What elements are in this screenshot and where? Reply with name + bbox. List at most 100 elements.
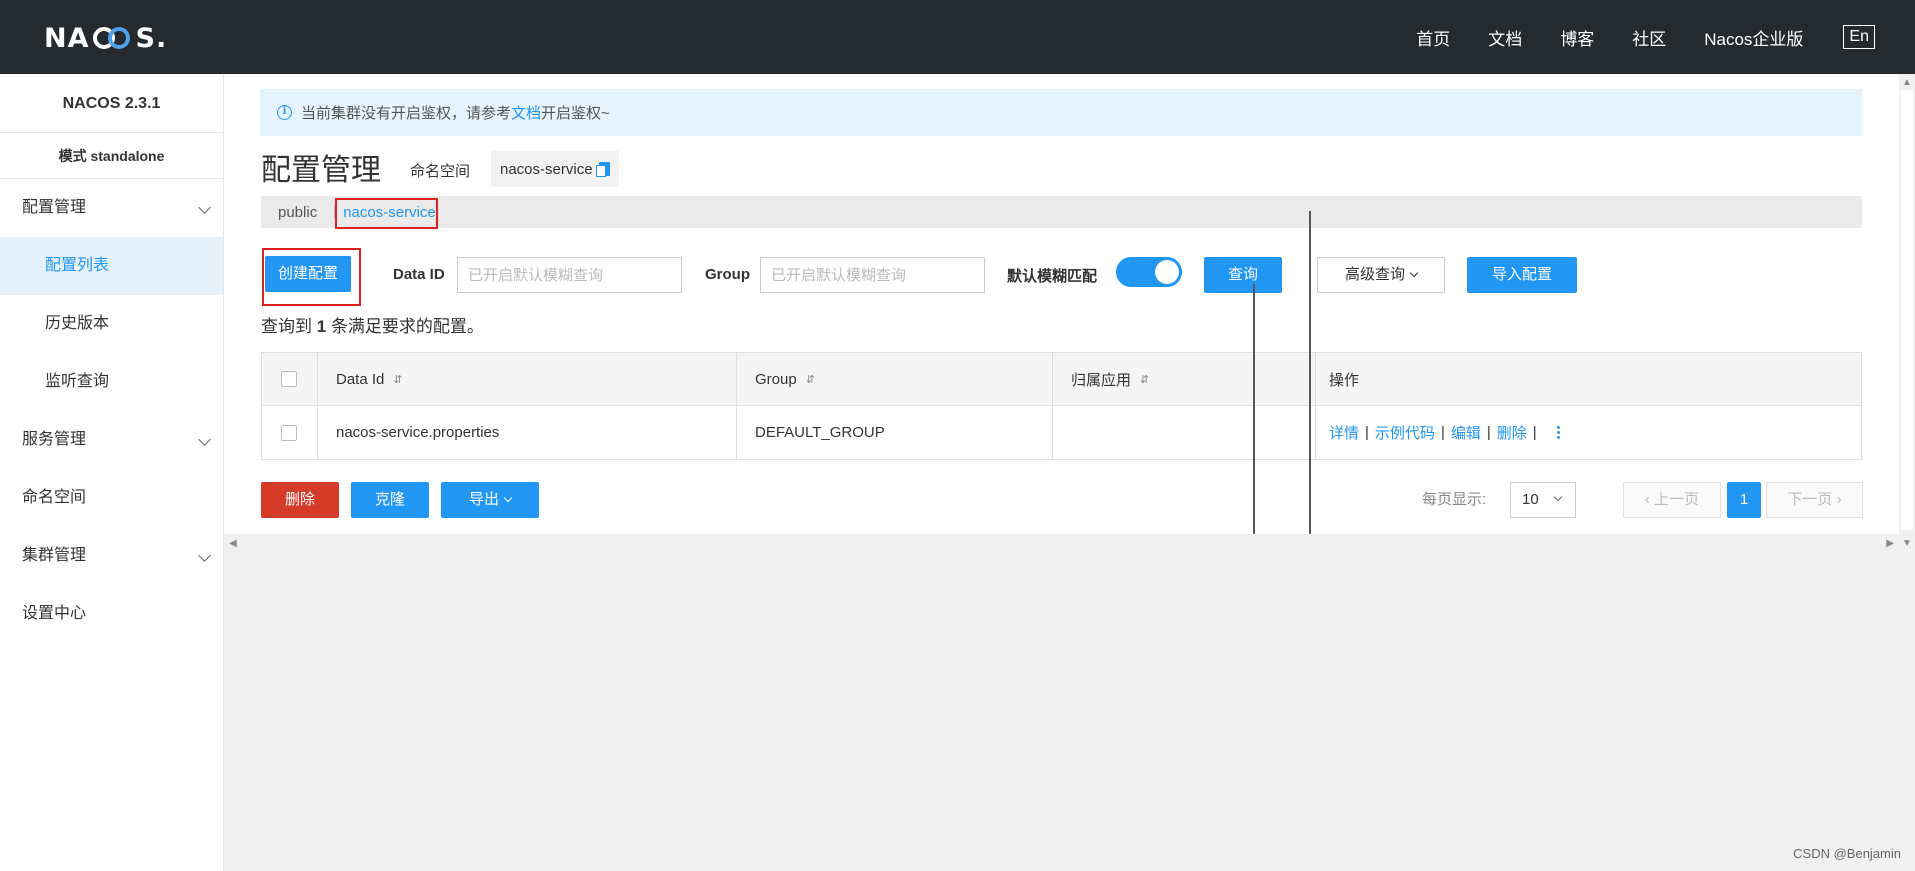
sidebar-item-listener[interactable]: 监听查询: [0, 353, 223, 411]
version-label: NACOS 2.3.1: [0, 74, 223, 133]
auth-notice: i 当前集群没有开启鉴权，请参考 文档 开启鉴权~: [260, 89, 1862, 136]
prev-page-button[interactable]: ‹ 上一页: [1623, 482, 1721, 518]
details-link[interactable]: 详情: [1329, 422, 1359, 443]
dataid-label: Data ID: [393, 266, 445, 283]
fuzzy-match-toggle[interactable]: [1116, 257, 1182, 287]
table-row: nacos-service.properties DEFAULT_GROUP 详…: [262, 406, 1861, 459]
nav-enterprise[interactable]: Nacos企业版: [1704, 25, 1803, 50]
sample-code-link[interactable]: 示例代码: [1375, 422, 1435, 443]
content-panel: i 当前集群没有开启鉴权，请参考 文档 开启鉴权~ 配置管理 命名空间 naco…: [224, 74, 1899, 546]
chevron-down-icon: [198, 549, 211, 562]
scroll-right-icon[interactable]: ▶: [1886, 538, 1894, 549]
namespace-label: 命名空间: [410, 163, 471, 180]
cell-app: [1053, 406, 1316, 459]
dataid-input[interactable]: [457, 257, 682, 293]
row-checkbox[interactable]: [281, 424, 297, 441]
sidebar-item-history[interactable]: 历史版本: [0, 295, 223, 353]
chevron-down-icon: [503, 493, 513, 503]
import-config-button[interactable]: 导入配置: [1467, 257, 1577, 293]
sidebar-item-service-mgmt[interactable]: 服务管理: [0, 411, 223, 469]
page-size-select[interactable]: 10: [1510, 482, 1576, 518]
header-dataid[interactable]: Data Id ⇵: [318, 353, 737, 405]
notice-doc-link[interactable]: 文档: [511, 102, 541, 123]
chevron-down-icon: [198, 201, 211, 214]
horizontal-scrollbar[interactable]: ◀ ▶: [224, 534, 1899, 552]
header-label: Data Id: [336, 370, 385, 388]
batch-delete-button[interactable]: 删除: [261, 482, 339, 518]
page-size-value: 10: [1522, 491, 1539, 508]
nav-blog[interactable]: 博客: [1560, 25, 1594, 50]
nav-docs[interactable]: 文档: [1488, 25, 1522, 50]
chevron-down-icon: [198, 433, 211, 446]
result-suffix: 条满足要求的配置。: [330, 317, 484, 336]
scroll-down-icon[interactable]: ▼: [1902, 538, 1912, 549]
cell-actions: 详情 | 示例代码 | 编辑 | 删除 |: [1316, 406, 1861, 459]
scroll-thumb[interactable]: [1901, 90, 1913, 530]
group-label: Group: [705, 266, 750, 283]
export-label: 导出: [468, 491, 499, 508]
page-title: 配置管理: [261, 154, 381, 187]
namespace-value: nacos-service: [491, 151, 619, 187]
mode-label: 模式 standalone: [0, 133, 223, 179]
row-checkbox-cell: [262, 406, 318, 459]
sidebar-item-config-mgmt[interactable]: 配置管理: [0, 179, 223, 237]
delete-link[interactable]: 删除: [1497, 422, 1527, 443]
sort-icon[interactable]: ⇵: [806, 373, 815, 386]
next-page-button[interactable]: 下一页 ›: [1766, 482, 1863, 518]
language-switch[interactable]: En: [1843, 25, 1875, 49]
sort-icon[interactable]: ⇵: [393, 373, 402, 386]
more-vertical-icon[interactable]: [1556, 425, 1560, 440]
query-button[interactable]: 查询: [1204, 257, 1282, 293]
chevron-down-icon: [1553, 492, 1563, 502]
annotation-line: [1309, 211, 1311, 537]
nacos-logo[interactable]: NA S.: [44, 18, 167, 58]
nav-home[interactable]: 首页: [1416, 25, 1450, 50]
header-app[interactable]: 归属应用 ⇵: [1053, 353, 1316, 405]
namespace-tabs: public nacos-service: [261, 196, 1862, 228]
next-label: 下一页: [1787, 491, 1833, 508]
current-page[interactable]: 1: [1727, 482, 1761, 518]
sidebar-item-namespace[interactable]: 命名空间: [0, 469, 223, 527]
logo-rings-icon: [91, 25, 135, 51]
export-button[interactable]: 导出: [441, 482, 539, 518]
nav-community[interactable]: 社区: [1632, 25, 1666, 50]
result-prefix: 查询到: [261, 317, 312, 336]
select-all-checkbox[interactable]: [281, 371, 297, 387]
prev-label: 上一页: [1654, 491, 1700, 508]
sidebar-item-settings[interactable]: 设置中心: [0, 585, 223, 643]
scroll-up-icon[interactable]: ▲: [1902, 77, 1912, 88]
main-content: i 当前集群没有开启鉴权，请参考 文档 开启鉴权~ 配置管理 命名空间 naco…: [224, 74, 1915, 871]
scroll-left-icon[interactable]: ◀: [229, 538, 237, 549]
sidebar-item-label: 集群管理: [22, 547, 87, 564]
cell-group: DEFAULT_GROUP: [737, 406, 1053, 459]
edit-link[interactable]: 编辑: [1451, 422, 1481, 443]
clone-button[interactable]: 克隆: [351, 482, 429, 518]
chevron-down-icon: [1409, 268, 1419, 278]
sort-icon[interactable]: ⇵: [1140, 373, 1149, 386]
top-nav: 首页 文档 博客 社区 Nacos企业版 En: [1378, 0, 1875, 74]
cell-dataid: nacos-service.properties: [318, 406, 737, 459]
per-page-label: 每页显示:: [1422, 491, 1487, 508]
header-label: Group: [755, 370, 797, 388]
sidebar-item-cluster-mgmt[interactable]: 集群管理: [0, 527, 223, 585]
header-group[interactable]: Group ⇵: [737, 353, 1053, 405]
table-header-row: Data Id ⇵ Group ⇵ 归属应用 ⇵ 操作: [262, 353, 1861, 406]
fuzzy-match-label: 默认模糊匹配: [1007, 268, 1098, 285]
sidebar-item-label: 服务管理: [22, 431, 87, 448]
top-navbar: NA S. 首页 文档 博客 社区 Nacos企业版 En: [0, 0, 1915, 74]
info-icon: i: [277, 105, 292, 120]
advanced-query-button[interactable]: 高级查询: [1317, 257, 1445, 293]
sidebar: NACOS 2.3.1 模式 standalone 配置管理 配置列表 历史版本…: [0, 74, 224, 871]
sidebar-item-config-list[interactable]: 配置列表: [0, 237, 223, 295]
copy-icon[interactable]: [595, 162, 610, 177]
vertical-scrollbar[interactable]: ▲ ▼: [1899, 74, 1915, 552]
advanced-query-label: 高级查询: [1344, 266, 1405, 283]
annotation-line: [1253, 284, 1255, 546]
logo-text-right: S.: [135, 22, 168, 54]
result-summary: 查询到 1 条满足要求的配置。: [261, 312, 484, 337]
result-count: 1: [316, 317, 327, 336]
header-actions: 操作: [1316, 353, 1861, 405]
watermark: CSDN @Benjamin: [1793, 846, 1901, 861]
tab-public[interactable]: public: [261, 204, 334, 221]
group-input[interactable]: [760, 257, 985, 293]
